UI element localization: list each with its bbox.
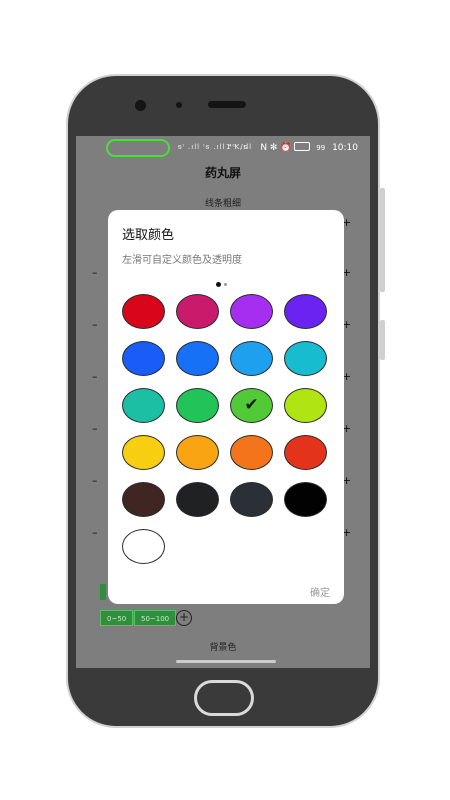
color-chip-edge[interactable]: [100, 584, 106, 600]
minus-icon[interactable]: –: [92, 526, 98, 539]
color-swatch-slate[interactable]: [230, 482, 273, 517]
dialog-title: 选取颜色: [122, 228, 175, 243]
clock: 10:10: [332, 143, 358, 153]
color-swatch-deep-orange[interactable]: [284, 435, 327, 470]
home-button: [194, 680, 254, 716]
earpiece-speaker: [208, 101, 246, 108]
color-swatch-light-green[interactable]: ✔: [230, 388, 273, 423]
minus-icon[interactable]: –: [92, 422, 98, 435]
color-swatch-purple[interactable]: [230, 294, 273, 329]
color-swatch-lime[interactable]: [284, 388, 327, 423]
color-swatch-sky-blue[interactable]: [230, 341, 273, 376]
minus-icon[interactable]: –: [92, 370, 98, 383]
gesture-nav-bar[interactable]: [176, 660, 276, 663]
color-swatch-red[interactable]: [122, 294, 165, 329]
color-swatch-light-blue[interactable]: [176, 341, 219, 376]
range-chip-0-50[interactable]: 0~50: [100, 610, 134, 626]
battery-level: 99: [316, 144, 326, 152]
add-range-icon[interactable]: +: [176, 610, 192, 626]
color-swatch-deep-purple[interactable]: [284, 294, 327, 329]
network-speed: 1 K/s: [226, 143, 249, 151]
color-swatch-orange[interactable]: [230, 435, 273, 470]
line-thickness-label: 线条粗细: [204, 199, 241, 209]
page-dot[interactable]: [224, 283, 227, 286]
range-chip-50-100[interactable]: 50~100: [134, 610, 177, 626]
background-color-label: 背景色: [209, 643, 237, 653]
color-swatch-black[interactable]: [284, 482, 327, 517]
status-bar: ᵴᴵ .ıll ᴵᵴ .ıll ⁴ᴳ .ıll 1 K/s N ✻ ⏰ 99 1…: [76, 136, 370, 162]
app-title: 药丸屏: [204, 166, 241, 180]
checkmark-icon: ✔: [244, 395, 259, 415]
color-swatch-pink[interactable]: [176, 294, 219, 329]
dialog-subtitle: 左滑可自定义颜色及透明度: [122, 255, 242, 266]
color-swatch-charcoal[interactable]: [176, 482, 219, 517]
color-swatch-amber[interactable]: [176, 435, 219, 470]
status-right: N ✻ ⏰ 99 10:10: [260, 142, 358, 153]
color-swatch-teal[interactable]: [122, 388, 165, 423]
minus-icon[interactable]: –: [92, 266, 98, 279]
color-swatch-cyan[interactable]: [284, 341, 327, 376]
volume-button: [380, 188, 385, 292]
minus-icon[interactable]: –: [92, 318, 98, 331]
color-picker-dialog: 选取颜色 左滑可自定义颜色及透明度 ✔ 确定: [108, 210, 344, 604]
pill-indicator: [106, 139, 170, 157]
battery-icon: [294, 142, 311, 151]
color-swatch-grid: ✔: [122, 294, 330, 564]
confirm-button[interactable]: 确定: [310, 584, 330, 599]
color-swatch-brown[interactable]: [122, 482, 165, 517]
proximity-sensor: [176, 102, 182, 108]
color-swatch-white[interactable]: [122, 529, 165, 564]
color-swatch-blue[interactable]: [122, 341, 165, 376]
front-camera: [135, 100, 146, 111]
color-swatch-green[interactable]: [176, 388, 219, 423]
power-button: [380, 320, 385, 360]
page-indicator: [216, 274, 230, 293]
color-swatch-yellow[interactable]: [122, 435, 165, 470]
status-icons: N ✻ ⏰: [260, 143, 292, 153]
minus-icon[interactable]: –: [92, 474, 98, 487]
page-dot-active[interactable]: [216, 282, 221, 287]
